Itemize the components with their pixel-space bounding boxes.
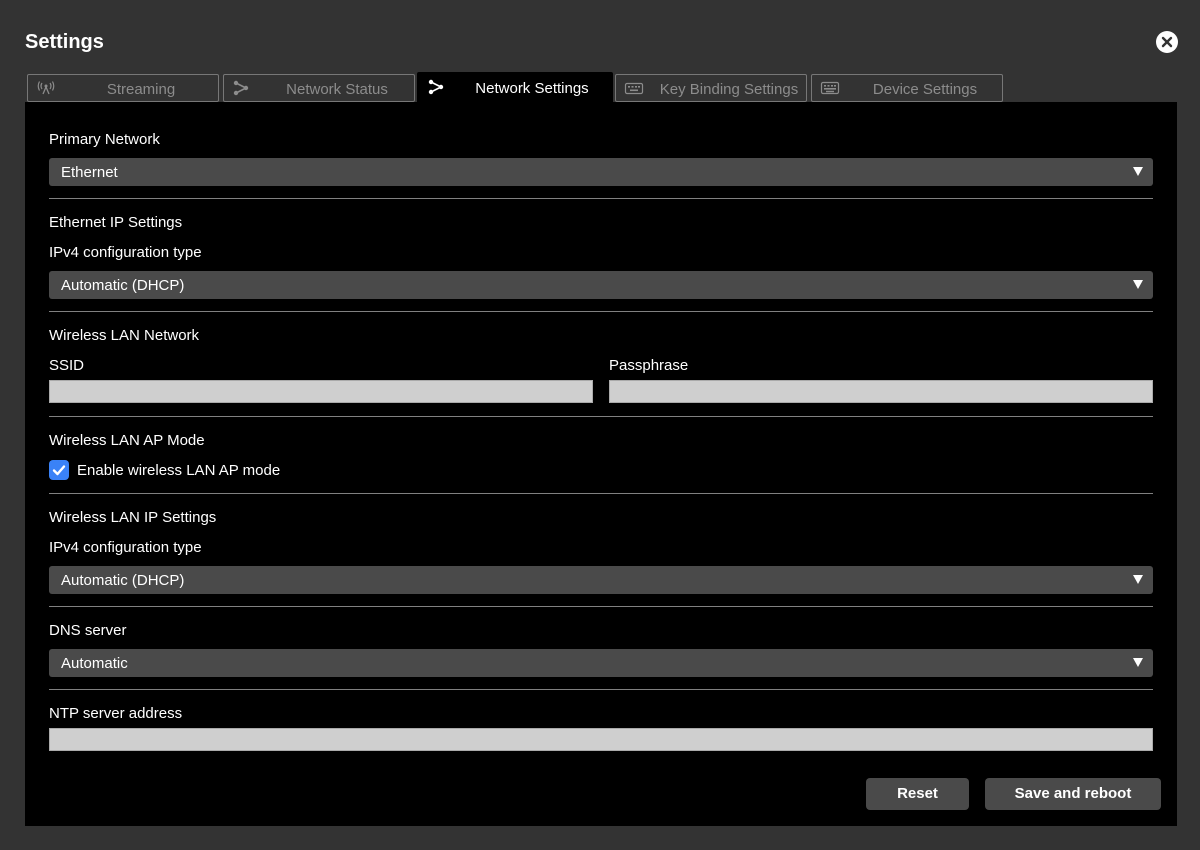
wireless-lan-network-heading: Wireless LAN Network bbox=[49, 327, 200, 344]
passphrase-input[interactable] bbox=[609, 380, 1153, 403]
reset-button[interactable]: Reset bbox=[866, 778, 969, 810]
divider bbox=[49, 416, 1153, 417]
ssid-label: SSID bbox=[49, 357, 85, 374]
dns-server-select[interactable]: Automatic bbox=[49, 649, 1153, 677]
checkmark-icon bbox=[52, 465, 66, 476]
ssid-input[interactable] bbox=[49, 380, 593, 403]
wlan-ipv4-label: IPv4 configuration type bbox=[49, 539, 202, 556]
save-and-reboot-button[interactable]: Save and reboot bbox=[985, 778, 1161, 810]
passphrase-label: Passphrase bbox=[609, 357, 689, 374]
divider bbox=[49, 606, 1153, 607]
wireless-lan-ip-settings-heading: Wireless LAN IP Settings bbox=[49, 509, 217, 526]
select-value: Automatic bbox=[61, 655, 128, 672]
close-icon bbox=[1161, 36, 1173, 48]
tab-label: Network Status bbox=[286, 81, 388, 98]
wireless-lan-ap-mode-heading: Wireless LAN AP Mode bbox=[49, 432, 205, 449]
window-title: Settings bbox=[25, 31, 104, 53]
tab-key-binding-settings[interactable]: Key Binding Settings bbox=[615, 74, 807, 102]
dropdown-arrow-icon bbox=[1133, 280, 1143, 289]
ntp-server-label: NTP server address bbox=[49, 705, 183, 722]
divider bbox=[49, 311, 1153, 312]
dropdown-arrow-icon bbox=[1133, 575, 1143, 584]
network-settings-panel: Primary Network Ethernet Ethernet IP Set… bbox=[25, 102, 1177, 826]
ethernet-ipv4-label: IPv4 configuration type bbox=[49, 244, 202, 261]
ntp-server-input[interactable] bbox=[49, 728, 1153, 751]
select-value: Automatic (DHCP) bbox=[61, 277, 185, 294]
tab-label: Key Binding Settings bbox=[659, 81, 799, 98]
select-value: Automatic (DHCP) bbox=[61, 572, 185, 589]
select-value: Ethernet bbox=[61, 164, 118, 181]
divider bbox=[49, 198, 1153, 199]
ap-mode-checkbox[interactable] bbox=[49, 460, 69, 480]
dns-server-label: DNS server bbox=[49, 622, 127, 639]
dropdown-arrow-icon bbox=[1133, 658, 1143, 667]
primary-network-label: Primary Network bbox=[49, 131, 160, 148]
ethernet-ipv4-select[interactable]: Automatic (DHCP) bbox=[49, 271, 1153, 299]
wlan-ipv4-select[interactable]: Automatic (DHCP) bbox=[49, 566, 1153, 594]
ethernet-ip-settings-heading: Ethernet IP Settings bbox=[49, 214, 183, 231]
dropdown-arrow-icon bbox=[1133, 167, 1143, 176]
tab-label: Network Settings bbox=[475, 80, 589, 97]
tab-streaming[interactable]: Streaming bbox=[27, 74, 219, 102]
ap-mode-checkbox-label[interactable]: Enable wireless LAN AP mode bbox=[77, 462, 280, 479]
tab-label: Streaming bbox=[106, 81, 176, 98]
divider bbox=[49, 689, 1153, 690]
tab-device-settings[interactable]: Device Settings bbox=[811, 74, 1003, 102]
primary-network-select[interactable]: Ethernet bbox=[49, 158, 1153, 186]
tab-label: Device Settings bbox=[872, 81, 978, 98]
tab-network-status[interactable]: Network Status bbox=[223, 74, 415, 102]
divider bbox=[49, 493, 1153, 494]
tab-network-settings[interactable]: Network Settings bbox=[417, 72, 613, 104]
close-button[interactable] bbox=[1156, 31, 1178, 53]
